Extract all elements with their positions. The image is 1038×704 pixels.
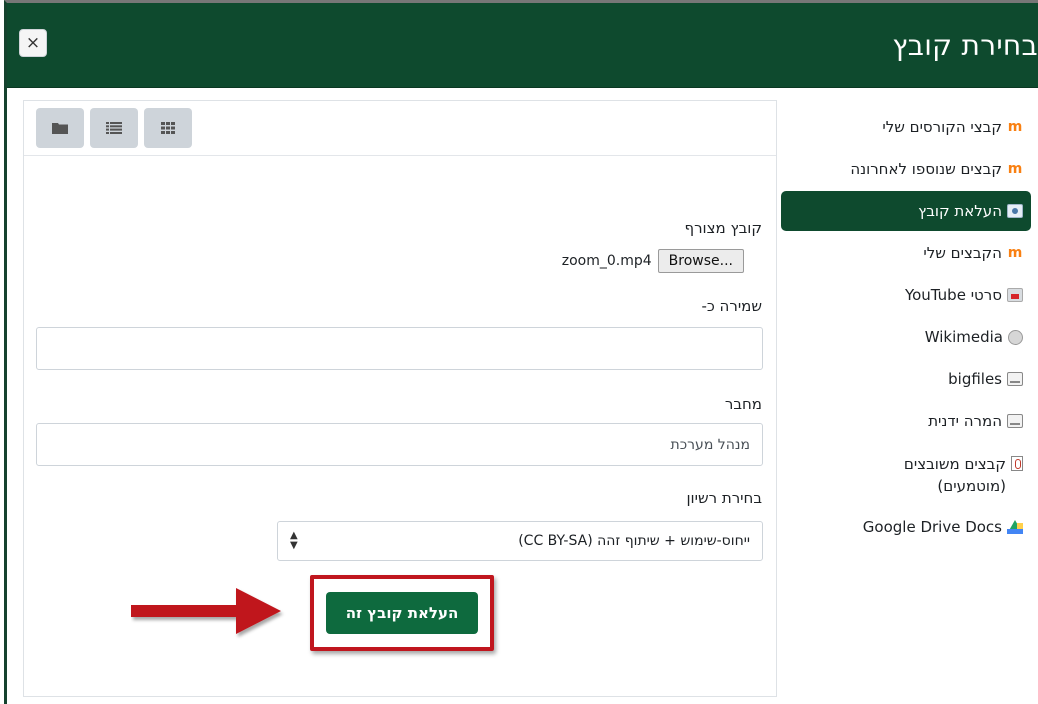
save-as-input[interactable] [36,327,763,370]
folder-view-button[interactable] [36,108,84,148]
sidebar-item-wikimedia[interactable]: Wikimedia [781,317,1031,357]
selected-file-name: zoom_0.mp4 [561,253,652,269]
upload-icon [1007,204,1023,218]
save-as-label: שמירה כ- [701,297,762,315]
youtube-icon [1007,288,1023,302]
moodle-icon: m [1007,161,1023,177]
sidebar-item-youtube[interactable]: סרטי YouTube [781,275,1031,315]
sidebar-item-label: קבצים משובצים (מוטמעים) [903,455,1006,495]
grid-view-button[interactable] [144,108,192,148]
sidebar-item-my-files[interactable]: m הקבצים שלי [781,233,1031,273]
sidebar-item-label: Wikimedia [924,328,1003,346]
sidebar-item-google-drive[interactable]: Google Drive Docs [781,507,1031,547]
wikimedia-icon [1008,329,1023,345]
sidebar-item-course-files[interactable]: m קבצי הקורסים שלי [781,107,1031,147]
close-icon: × [25,33,41,53]
license-selected-value: ייחוס-שימוש + שיתוף זהה (CC BY-SA) [518,533,750,549]
sidebar-item-label: הקבצים שלי [923,244,1002,262]
sidebar-item-label: קבצי הקורסים שלי [882,118,1002,136]
sidebar-item-upload-file[interactable]: העלאת קובץ [781,191,1031,231]
sidebar-item-label: המרה ידנית [928,412,1002,430]
sidebar-item-label: קבצים שנוספו לאחרונה [850,160,1002,178]
sidebar-item-embedded-files[interactable]: קבצים משובצים (מוטמעים) [781,443,1031,505]
sidebar-item-label: Google Drive Docs [862,518,1002,536]
folder-view-icon [52,123,68,134]
file-picker-dialog: × בחירת קובץ קובץ מצורף zoom_0.mp4 Brows… [4,0,1038,704]
sidebar-item-recent-files[interactable]: m קבצים שנוספו לאחרונה [781,149,1031,189]
clip-icon [1011,456,1023,471]
view-toolbar [24,101,776,156]
sidebar-item-label: bigfiles [948,370,1002,388]
license-select[interactable]: ▲ ▼ ייחוס-שימוש + שיתוף זהה (CC BY-SA) [277,521,763,561]
grid-view-icon [161,122,175,134]
moodle-icon: m [1007,119,1023,135]
sidebar-item-bigfiles[interactable]: bigfiles [781,359,1031,399]
attachment-label: קובץ מצורף [684,219,763,237]
select-arrows-icon: ▲ ▼ [290,530,298,551]
upload-file-button[interactable]: העלאת קובץ זה [326,592,478,634]
author-label: מחבר [724,395,762,413]
list-view-icon [106,122,122,134]
license-label: בחירת רשיון [686,489,762,507]
list-view-button[interactable] [90,108,138,148]
file-chooser: zoom_0.mp4 Browse... [562,249,744,273]
close-button[interactable]: × [19,29,47,57]
author-input[interactable]: מנהל מערכת [36,423,763,466]
sidebar-item-label: סרטי YouTube [904,286,1002,304]
dialog-title: בחירת קובץ [892,29,1038,62]
google-drive-icon [1007,520,1023,534]
sidebar-item-label: העלאת קובץ [918,202,1002,220]
disk-icon [1007,414,1023,428]
repository-sidebar: m קבצי הקורסים שלי m קבצים שנוספו לאחרונ… [781,107,1031,549]
annotation-arrow-icon [131,588,281,634]
sidebar-item-manual-conversion[interactable]: המרה ידנית [781,401,1031,441]
moodle-icon: m [1007,245,1023,261]
disk-icon [1007,372,1023,386]
browse-button[interactable]: Browse... [657,249,744,273]
dialog-header: × בחירת קובץ [7,3,1038,88]
